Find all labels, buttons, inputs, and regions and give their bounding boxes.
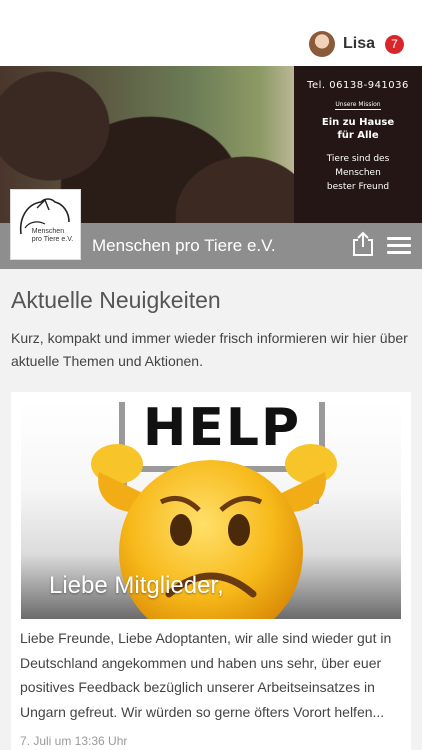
user-profile[interactable]: Lisa 7	[308, 30, 404, 58]
banner-slogan: Ein zu Hause für Alle	[321, 117, 395, 141]
banner-mission-label: Unsere Mission	[335, 101, 381, 110]
news-date: 7. Juli um 13:36 Uhr	[20, 734, 128, 748]
news-image[interactable]: HELP Liebe Mitglieder,	[21, 402, 401, 619]
news-card[interactable]: HELP Liebe Mitglieder, Liebe Freunde, Li…	[11, 392, 411, 750]
user-name[interactable]: Lisa	[343, 35, 375, 53]
page-title: Aktuelle Neuigkeiten	[11, 287, 221, 313]
share-icon	[353, 231, 373, 256]
organization-name: Menschen pro Tiere e.V.	[92, 236, 276, 255]
menu-icon	[387, 237, 411, 240]
news-excerpt: Liebe Freunde, Liebe Adoptanten, wir all…	[20, 630, 392, 720]
avatar[interactable]	[308, 31, 335, 57]
banner-phone: Tel. 06138-941036	[307, 80, 409, 91]
notification-badge[interactable]: 7	[385, 34, 404, 54]
dog-cat-logo-icon	[19, 198, 70, 235]
banner-tagline: Tiere sind des Menschen bester Freund	[326, 154, 390, 192]
share-button[interactable]	[352, 231, 374, 257]
organization-logo: Menschen pro Tiere e.V.	[10, 189, 81, 260]
top-bar: Lisa 7	[0, 0, 422, 66]
banner-info-panel: Tel. 06138-941036 Unsere Mission Ein zu …	[294, 66, 422, 223]
news-caption[interactable]: Liebe Mitglieder,	[49, 572, 224, 600]
hamburger-menu-button[interactable]	[387, 237, 411, 255]
page-intro: Kurz, kompakt und immer wieder frisch in…	[11, 330, 408, 369]
